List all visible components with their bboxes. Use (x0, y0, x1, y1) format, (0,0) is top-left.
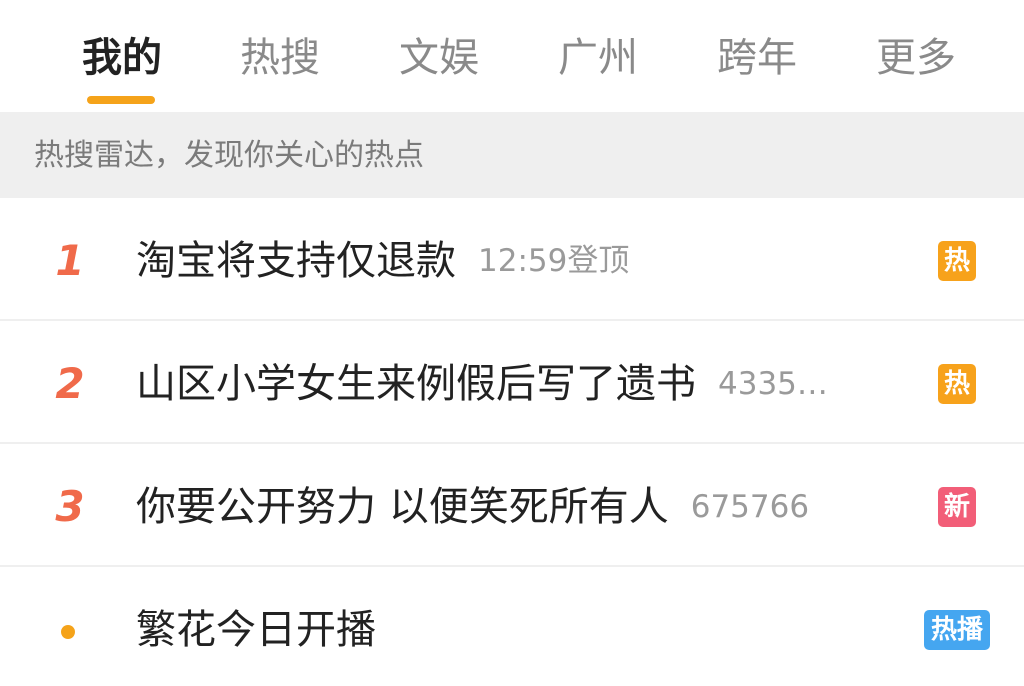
list-item[interactable]: 2 山区小学女生来例假后写了遗书 4335… 热 (0, 321, 1024, 444)
rank-number: 2 (55, 359, 85, 408)
hot-badge: 热 (938, 364, 976, 404)
item-meta: 675766 (690, 489, 810, 525)
list-item[interactable]: 3 你要公开努力 以便笑死所有人 675766 新 (0, 444, 1024, 567)
item-title: 你要公开努力 以便笑死所有人 (136, 484, 669, 530)
active-tab-indicator (87, 96, 155, 104)
item-meta: 12:59登顶 (478, 243, 630, 279)
tab-entertainment[interactable]: 文娱 (389, 28, 489, 88)
banner-text: 热搜雷达，发现你关心的热点 (34, 138, 424, 173)
item-title: 山区小学女生来例假后写了遗书 (136, 361, 696, 407)
list-item[interactable]: 1 淘宝将支持仅退款 12:59登顶 热 (0, 198, 1024, 321)
list-item[interactable]: 繁花今日开播 热播 (0, 567, 1024, 686)
tab-new-year[interactable]: 跨年 (707, 28, 807, 88)
item-meta: 4335… (718, 366, 828, 402)
tab-mine[interactable]: 我的 (72, 28, 172, 88)
item-title: 繁花今日开播 (136, 607, 376, 653)
item-title: 淘宝将支持仅退款 (136, 238, 456, 284)
hot-search-list: 1 淘宝将支持仅退款 12:59登顶 热 2 山区小学女生来例假后写了遗书 43… (0, 198, 1024, 686)
hot-radar-banner: 热搜雷达，发现你关心的热点 (0, 112, 1024, 198)
live-badge: 热播 (924, 610, 990, 650)
tab-bar: 我的 热搜 文娱 广州 跨年 更多 (0, 0, 1024, 112)
hot-badge: 热 (938, 241, 976, 281)
tab-guangzhou[interactable]: 广州 (548, 28, 648, 88)
hot-search-page: 我的 热搜 文娱 广州 跨年 更多 热搜雷达，发现你关心的热点 1 淘宝将支持仅… (0, 0, 1024, 686)
rank-number: 3 (55, 482, 85, 531)
bullet-dot-icon (61, 625, 75, 639)
rank-number: 1 (55, 236, 85, 285)
new-badge: 新 (938, 487, 976, 527)
tab-hot-search[interactable]: 热搜 (230, 28, 330, 88)
tab-more[interactable]: 更多 (866, 28, 966, 88)
